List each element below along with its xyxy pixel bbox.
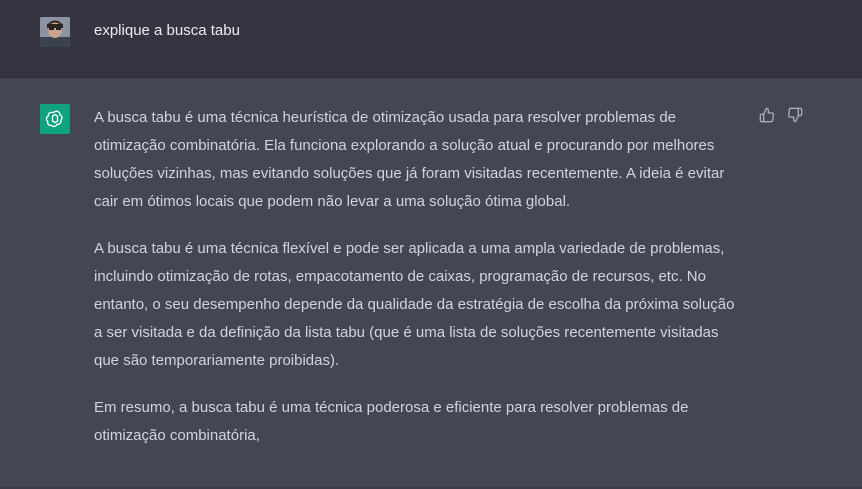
response-paragraph: A busca tabu é uma técnica heurística de… <box>94 109 725 210</box>
feedback-buttons <box>758 106 804 124</box>
assistant-message-row: A busca tabu é uma técnica heurística de… <box>0 78 862 487</box>
thumbs-up-button[interactable] <box>758 106 776 124</box>
response-paragraph: Em resumo, a busca tabu é uma técnica po… <box>94 399 689 444</box>
assistant-response: A busca tabu é uma técnica heurística de… <box>94 104 746 469</box>
user-avatar <box>40 17 70 47</box>
user-message-row: explique a busca tabu <box>0 0 862 78</box>
thumbs-down-icon <box>787 107 803 123</box>
response-paragraph: A busca tabu é uma técnica flexível e po… <box>94 240 735 369</box>
openai-logo-icon <box>40 104 70 134</box>
user-message-text: explique a busca tabu <box>94 22 240 39</box>
thumbs-up-icon <box>759 107 775 123</box>
thumbs-down-button[interactable] <box>786 106 804 124</box>
